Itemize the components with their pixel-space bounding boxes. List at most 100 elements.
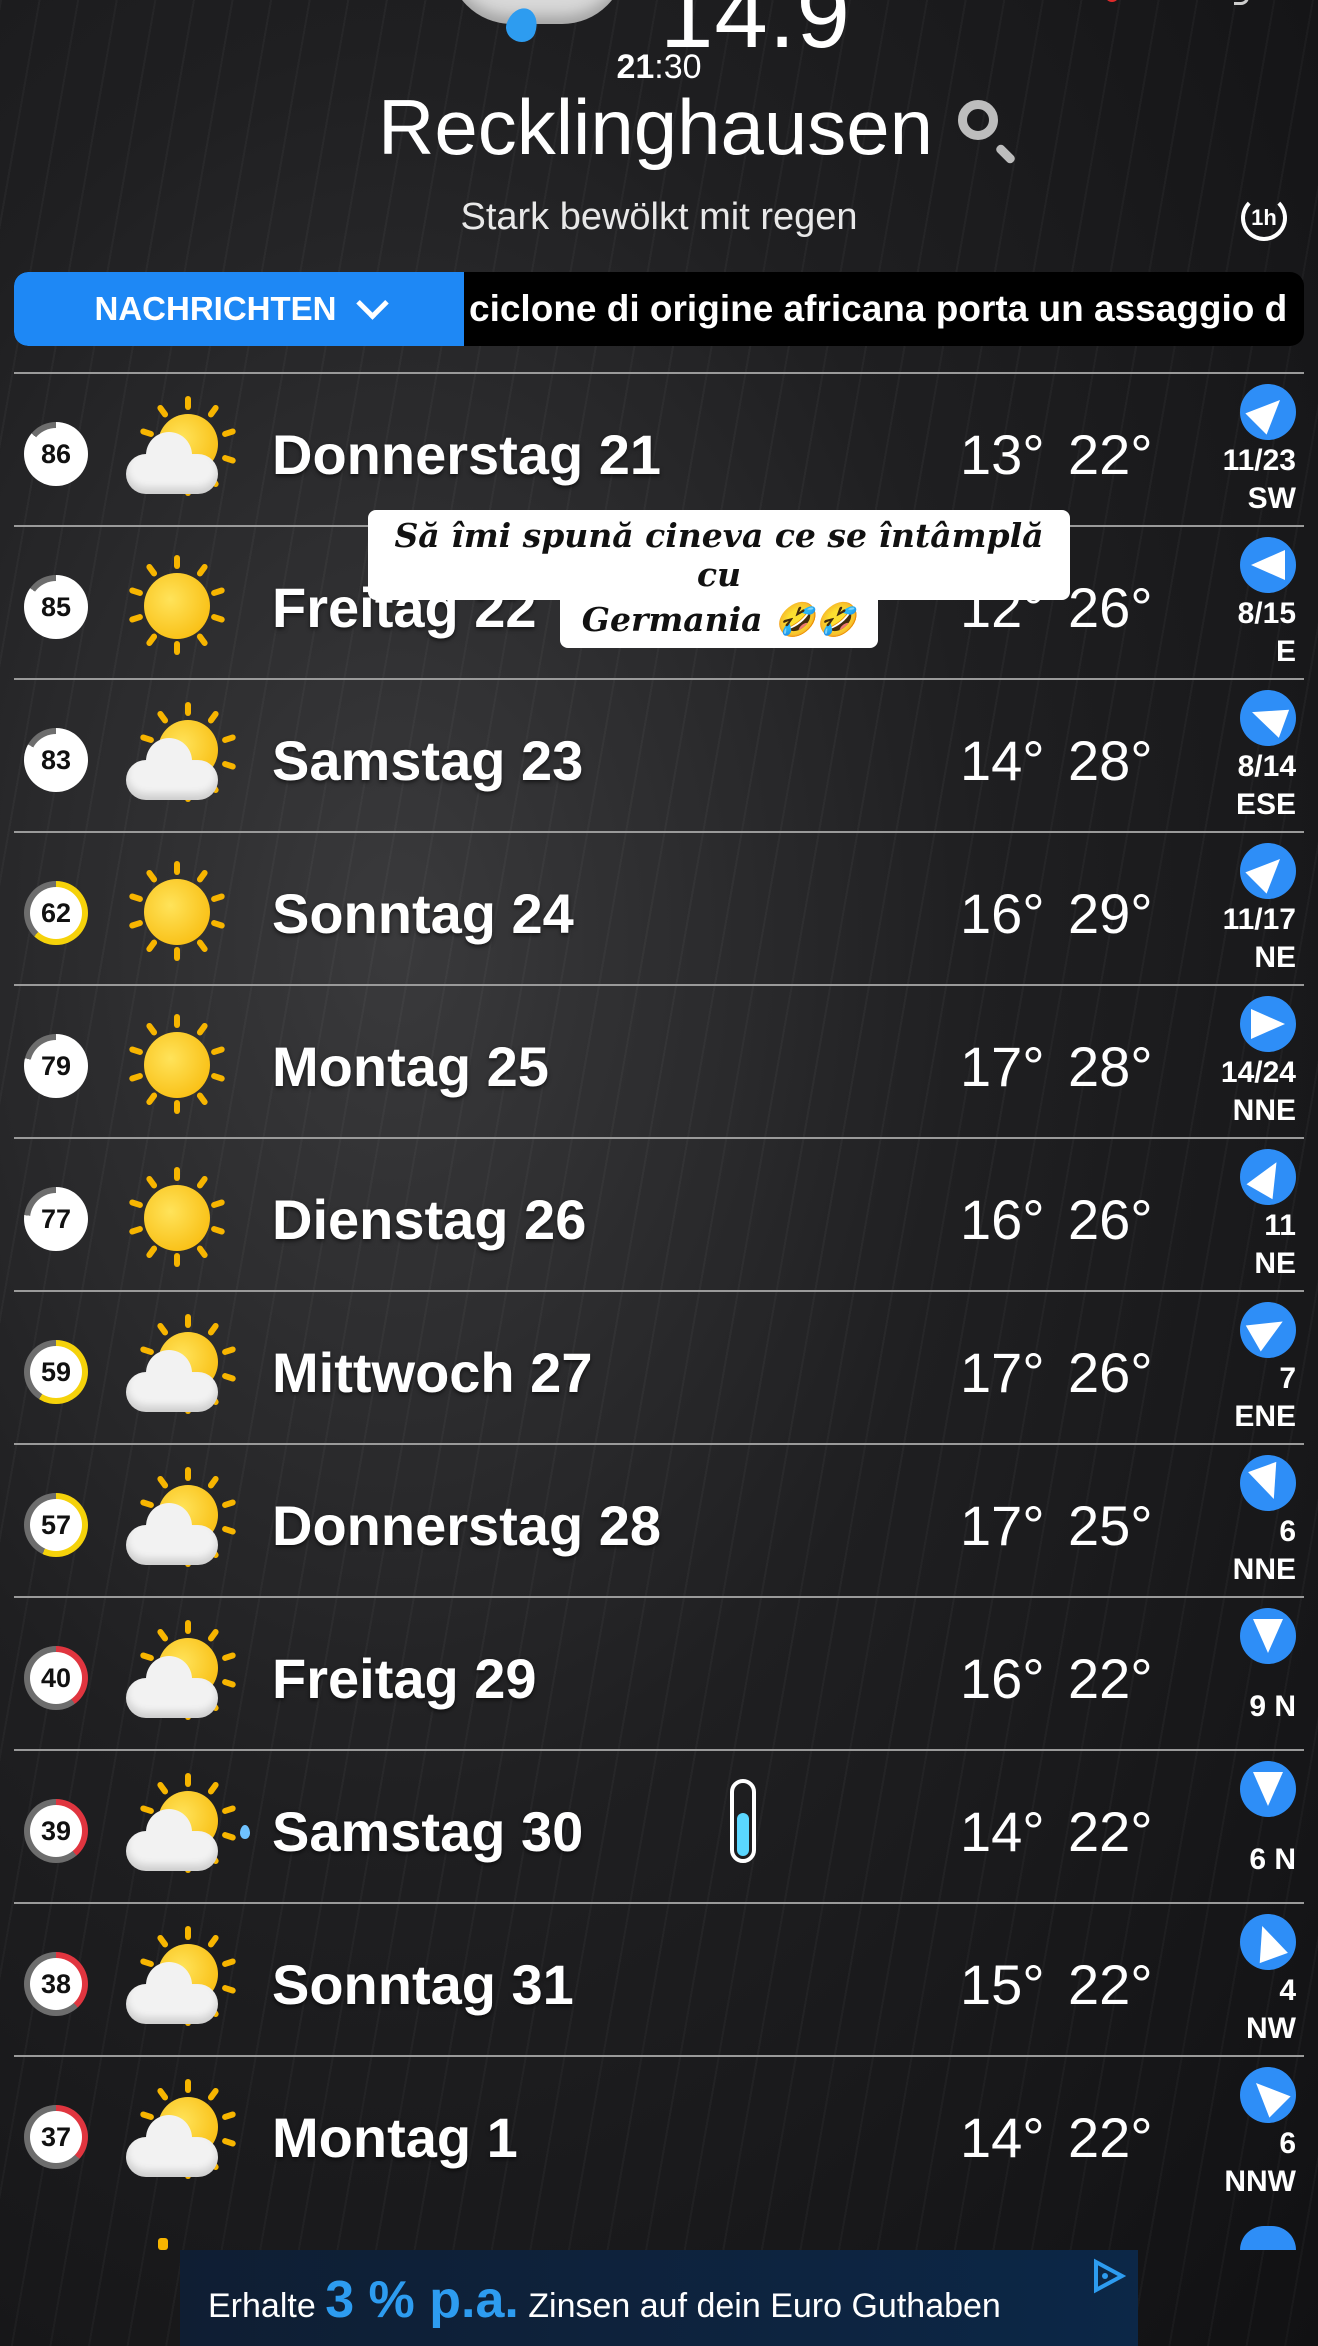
sun-ray: [156, 1933, 170, 1949]
sun-ray: [145, 1174, 159, 1190]
sun-ray: [185, 1314, 191, 1328]
wind-arrow-icon: [1253, 1772, 1283, 1806]
forecast-row[interactable]: 86 Donnerstag 21 13° 22° 11/23 SW: [14, 372, 1304, 525]
wind-arrow-icon: [1245, 848, 1291, 894]
ad-highlight: 3 % p.a.: [325, 2271, 519, 2329]
ad-suffix: Zinsen auf dein Euro Guthaben: [528, 2287, 1001, 2325]
sun-ray: [210, 1198, 226, 1209]
wind-arrow-icon: [1248, 1461, 1288, 1505]
cloud-shape: [126, 1809, 218, 1871]
wind-arrow-icon: [1251, 1009, 1285, 1039]
sun-ray: [156, 403, 170, 419]
forecast-row[interactable]: 37 Montag 1 14° 22° 6 NNW: [14, 2055, 1304, 2208]
sun-ray: [139, 1498, 155, 1509]
sun-ray: [210, 613, 226, 624]
ad-text[interactable]: Erhalte 3 % p.a. Zinsen auf dein Euro Gu…: [208, 2270, 1001, 2330]
day-name: Donnerstag 21: [272, 423, 661, 486]
min-temperature: 16°: [960, 882, 1045, 945]
sun-behind-cloud-icon: [122, 1314, 237, 1420]
sun-ray: [145, 632, 159, 648]
wind-direction-icon: [1240, 1455, 1296, 1511]
news-ticker[interactable]: ciclone di origine africana porta un ass…: [469, 272, 1287, 346]
sun-ray: [185, 1467, 191, 1481]
sun-ray: [139, 1651, 155, 1662]
forecast-row[interactable]: 38 Sonntag 31 15° 22° 4 NW: [14, 1902, 1304, 2055]
sun-ray: [145, 1091, 159, 1107]
sun-ray: [221, 1525, 237, 1536]
forecast-row[interactable]: 59 Mittwoch 27 17° 26° 7 ENE: [14, 1290, 1304, 1443]
wind-direction-icon: [1240, 1761, 1296, 1817]
weather-score: 37: [30, 2111, 82, 2163]
forecast-row[interactable]: 57 Donnerstag 28 17° 25° 6 NNE: [14, 1443, 1304, 1596]
forecast-row[interactable]: 79 Montag 25 17° 28° 14/24 NNE: [14, 984, 1304, 1137]
hourly-timer-icon[interactable]: 1h: [1241, 195, 1287, 241]
day-name: Freitag 29: [272, 1647, 537, 1710]
sun-ray: [221, 427, 237, 438]
sun-disc: [144, 1032, 210, 1098]
wind-direction-icon: [1240, 843, 1296, 899]
news-bar[interactable]: NACHRICHTEN ciclone di origine africana …: [14, 272, 1304, 346]
wind-direction: NE: [1254, 1247, 1296, 1280]
day-name: Montag 1: [272, 2106, 518, 2169]
cloud-shape: [126, 738, 218, 800]
sun-ray: [221, 1831, 237, 1842]
wind-direction: NNE: [1232, 1553, 1296, 1586]
menu-handle-icon[interactable]: [1234, 0, 1249, 5]
weather-score: 57: [30, 1499, 82, 1551]
sun-behind-cloud-icon: [122, 396, 237, 502]
wind-arrow-icon: [1248, 1920, 1288, 1964]
sun-ray: [174, 1100, 180, 1114]
sun-ray: [221, 2110, 237, 2121]
sun-ray: [195, 868, 209, 884]
sun-ray: [128, 1225, 144, 1236]
cloud-shape: [126, 1962, 218, 2024]
wind-arrow-icon: [1246, 698, 1290, 738]
forecast-row[interactable]: 40 Freitag 29 16° 22° 9 N: [14, 1596, 1304, 1749]
alert-marker-icon[interactable]: [1105, 0, 1119, 2]
forecast-row[interactable]: 62 Sonntag 24 16° 29° 11/17 NE: [14, 831, 1304, 984]
rain-gauge-fill: [737, 1813, 749, 1856]
forecast-row[interactable]: 39 Samstag 30 14° 22° 6 N: [14, 1749, 1304, 1902]
wind-direction: NNW: [1224, 2165, 1296, 2198]
time-hour: 21: [616, 48, 655, 86]
max-temperature: 26°: [1068, 1188, 1153, 1251]
wind-speed: 11/23: [1222, 444, 1296, 477]
ad-choices-icon[interactable]: [1088, 2256, 1128, 2296]
day-name: Sonntag 24: [272, 882, 574, 945]
sun-ray: [156, 2086, 170, 2102]
sun-ray: [145, 562, 159, 578]
ad-banner[interactable]: Erhalte 3 % p.a. Zinsen auf dein Euro Gu…: [180, 2250, 1138, 2346]
weather-score-ring: 77: [24, 1187, 88, 1251]
sun-ray: [206, 403, 220, 419]
weather-score-ring: 62: [24, 881, 88, 945]
min-temperature: 16°: [960, 1647, 1045, 1710]
wind-direction-icon: [1240, 537, 1296, 593]
city-name[interactable]: Recklinghausen: [378, 82, 933, 173]
raindrop-icon: [240, 1825, 250, 1839]
sun-ray: [195, 938, 209, 954]
time-minutes: :30: [654, 48, 702, 86]
sun-ray: [174, 1167, 180, 1181]
day-name: Sonntag 31: [272, 1953, 574, 2016]
sun-ray: [174, 947, 180, 961]
forecast-row[interactable]: 77 Dienstag 26 16° 26° 11 NE: [14, 1137, 1304, 1290]
sun-ray: [185, 1620, 191, 1634]
sun-behind-cloud-icon: [122, 702, 237, 808]
max-temperature: 28°: [1068, 729, 1153, 792]
sun-ray: [139, 2110, 155, 2121]
min-temperature: 17°: [960, 1341, 1045, 1404]
news-button[interactable]: NACHRICHTEN: [14, 272, 464, 346]
sun-ray: [195, 1244, 209, 1260]
day-name: Donnerstag 28: [272, 1494, 661, 1557]
sun-behind-cloud-icon: [122, 1773, 237, 1879]
search-icon[interactable]: [958, 100, 998, 140]
sun-ray: [210, 586, 226, 597]
wind-direction: ESE: [1235, 788, 1296, 821]
sun-ray: [139, 1804, 155, 1815]
forecast-row[interactable]: 83 Samstag 23 14° 28° 8/14 ESE: [14, 678, 1304, 831]
weather-score-ring: 39: [24, 1799, 88, 1863]
day-name: Dienstag 26: [272, 1188, 587, 1251]
chevron-down-icon: [355, 286, 389, 320]
sun-ray: [210, 1045, 226, 1056]
rain-gauge-icon: [730, 1779, 756, 1863]
